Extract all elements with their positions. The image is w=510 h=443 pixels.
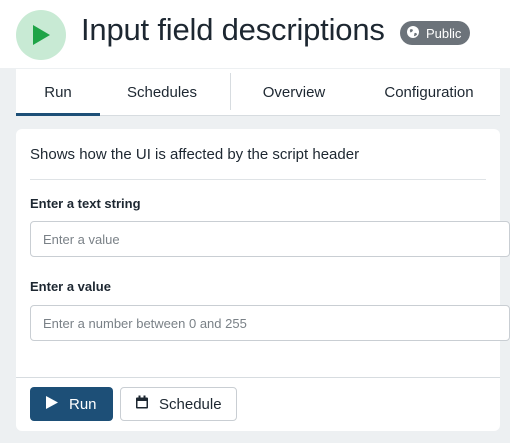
tab-configuration[interactable]: Configuration: [371, 69, 487, 115]
play-icon: [45, 395, 59, 414]
tab-overview[interactable]: Overview: [250, 69, 338, 115]
schedule-button-label: Schedule: [159, 395, 222, 413]
run-button[interactable]: Run: [30, 387, 113, 421]
schedule-button[interactable]: Schedule: [120, 387, 237, 421]
play-icon[interactable]: [16, 10, 66, 60]
tab-bar: Run Schedules Overview Configuration: [16, 69, 500, 116]
description-divider: [30, 179, 486, 180]
text-string-input[interactable]: [30, 221, 510, 257]
calendar-icon: [135, 395, 149, 413]
app-header: Input field descriptions Public: [0, 0, 510, 68]
tab-divider: [230, 73, 231, 110]
script-description: Shows how the UI is affected by the scri…: [30, 146, 360, 163]
value-input[interactable]: [30, 305, 510, 341]
text-string-label: Enter a text string: [30, 196, 141, 211]
page-title: Input field descriptions: [81, 12, 385, 47]
value-label: Enter a value: [30, 279, 111, 294]
badge-label: Public: [426, 25, 462, 41]
globe-icon: [406, 25, 420, 42]
tab-schedules[interactable]: Schedules: [116, 69, 208, 115]
tab-run[interactable]: Run: [16, 69, 100, 116]
run-form-card: Shows how the UI is affected by the scri…: [16, 129, 510, 431]
visibility-badge: Public: [400, 21, 471, 45]
run-button-label: Run: [69, 395, 97, 413]
footer-divider: [16, 377, 500, 378]
